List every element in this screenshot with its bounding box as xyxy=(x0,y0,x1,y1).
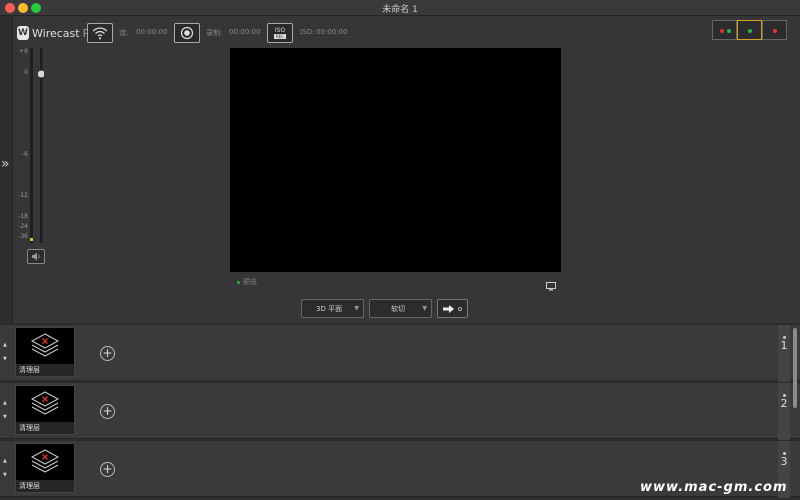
wirecast-logo-icon: W xyxy=(17,26,29,40)
shot-label: 清理层 xyxy=(16,422,74,434)
arrow-down-icon[interactable]: ▼ xyxy=(3,352,7,366)
layers-panel: ▲ ▼ 清理层 + 1 ▲ ▼ 清理层 + 2 ▲ ▼ 清理层 + 3 xyxy=(0,323,800,500)
transition-effect-dropdown[interactable]: 3D 平面 ▼ xyxy=(301,299,364,318)
layer-reorder-arrows[interactable]: ▲ ▼ xyxy=(3,396,7,424)
speaker-icon xyxy=(32,252,40,261)
add-shot-button[interactable]: + xyxy=(100,462,115,477)
audio-meter-scale: +6 0 -6 -12 -18 -24 -36 xyxy=(14,48,28,248)
left-collapse-bar: » xyxy=(0,16,13,323)
layer-row: ▲ ▼ 清理层 + 2 xyxy=(0,382,800,440)
layer-number-label: 1 xyxy=(780,339,788,352)
iso-record-button[interactable]: ISO REC xyxy=(267,23,293,43)
red-dot-icon xyxy=(720,29,724,33)
shot-thumbnail[interactable]: 清理层 xyxy=(15,385,75,435)
record-icon xyxy=(180,26,194,40)
green-dot-icon xyxy=(748,29,752,33)
transition-type-dropdown[interactable]: 软切 ▼ xyxy=(369,299,432,318)
layer-number[interactable]: 2 xyxy=(778,383,790,440)
iso-button-top: ISO xyxy=(274,27,286,34)
scale-label: -36 xyxy=(18,233,28,240)
shot-label: 清理层 xyxy=(16,480,74,492)
arrow-up-icon[interactable]: ▲ xyxy=(3,396,7,410)
layer-reorder-arrows[interactable]: ▲ ▼ xyxy=(3,454,7,482)
shot-thumbnail[interactable]: 清理层 xyxy=(15,443,75,493)
add-shot-button[interactable]: + xyxy=(100,346,115,361)
layout-mode-dual[interactable] xyxy=(712,20,737,40)
arrow-up-icon[interactable]: ▲ xyxy=(3,454,7,468)
layout-mode-selector xyxy=(712,20,787,40)
go-button[interactable]: o xyxy=(437,299,468,318)
chevron-down-icon: ▼ xyxy=(422,305,427,312)
iso-time: 00:00:00 xyxy=(316,28,348,36)
layer-row: ▲ ▼ 清理层 + 1 xyxy=(0,324,800,382)
expand-sidebar-icon[interactable]: » xyxy=(1,156,10,172)
layout-mode-preview[interactable] xyxy=(737,20,762,40)
preview-canvas[interactable] xyxy=(230,48,561,272)
arrow-down-icon[interactable]: ▼ xyxy=(3,410,7,424)
red-dot-icon xyxy=(773,29,777,33)
mute-button[interactable] xyxy=(27,249,45,264)
layer-number[interactable]: 1 xyxy=(778,325,790,382)
main-top-panel: » W Wirecast Pro 流: 00:00:00 录制: 00:00:0… xyxy=(0,16,800,323)
scale-label: -24 xyxy=(18,223,28,230)
shot-label: 清理层 xyxy=(16,364,74,376)
chevron-down-icon: ▼ xyxy=(354,305,359,312)
clear-layer-icon xyxy=(30,333,60,357)
window-title: 未命名 1 xyxy=(382,5,418,15)
layer-number-label: 3 xyxy=(780,455,788,468)
wifi-broadcast-icon xyxy=(92,27,108,40)
layer-number-label: 2 xyxy=(780,397,788,410)
arrow-up-icon[interactable]: ▲ xyxy=(3,338,7,352)
stream-label: 流: xyxy=(119,29,129,37)
record-button[interactable] xyxy=(174,23,200,43)
scale-label: +6 xyxy=(19,48,28,55)
scale-label: -18 xyxy=(18,213,28,220)
go-button-label: o xyxy=(457,304,463,313)
logo-text: Wirecast xyxy=(32,26,80,40)
iso-button-bottom: REC xyxy=(273,34,287,39)
clear-layer-icon xyxy=(30,449,60,473)
preview-label: 预览 xyxy=(243,278,257,286)
title-bar: 未命名 1 xyxy=(0,0,800,16)
preview-status: 预览 xyxy=(237,277,257,287)
green-dot-icon xyxy=(727,29,731,33)
watermark: www.mac-gm.com xyxy=(640,480,788,495)
layers-scrollbar[interactable] xyxy=(792,325,798,495)
record-label: 录制: xyxy=(206,29,223,37)
external-monitor-button[interactable] xyxy=(546,276,556,295)
arrow-right-icon xyxy=(442,304,454,313)
arrow-down-icon[interactable]: ▼ xyxy=(3,468,7,482)
stream-button[interactable] xyxy=(87,23,113,43)
transition-type-value: 软切 xyxy=(391,304,405,313)
volume-slider-handle[interactable] xyxy=(37,70,45,78)
layout-mode-live[interactable] xyxy=(762,20,787,40)
clear-layer-icon xyxy=(30,391,60,415)
scale-label: 0 xyxy=(24,69,28,76)
scrollbar-thumb[interactable] xyxy=(793,328,797,408)
scale-label: -6 xyxy=(22,151,28,158)
stream-time: 00:00:00 xyxy=(136,28,168,36)
shot-thumbnail[interactable]: 清理层 xyxy=(15,327,75,377)
transition-effect-value: 3D 平面 xyxy=(316,304,343,313)
green-dot-icon xyxy=(237,280,240,284)
layer-reorder-arrows[interactable]: ▲ ▼ xyxy=(3,338,7,366)
scale-label: -12 xyxy=(18,192,28,199)
iso-label: ISO: xyxy=(300,28,315,36)
add-shot-button[interactable]: + xyxy=(100,404,115,419)
monitor-icon xyxy=(546,282,556,291)
record-time: 00:00:00 xyxy=(229,28,261,36)
audio-meter xyxy=(30,48,45,243)
